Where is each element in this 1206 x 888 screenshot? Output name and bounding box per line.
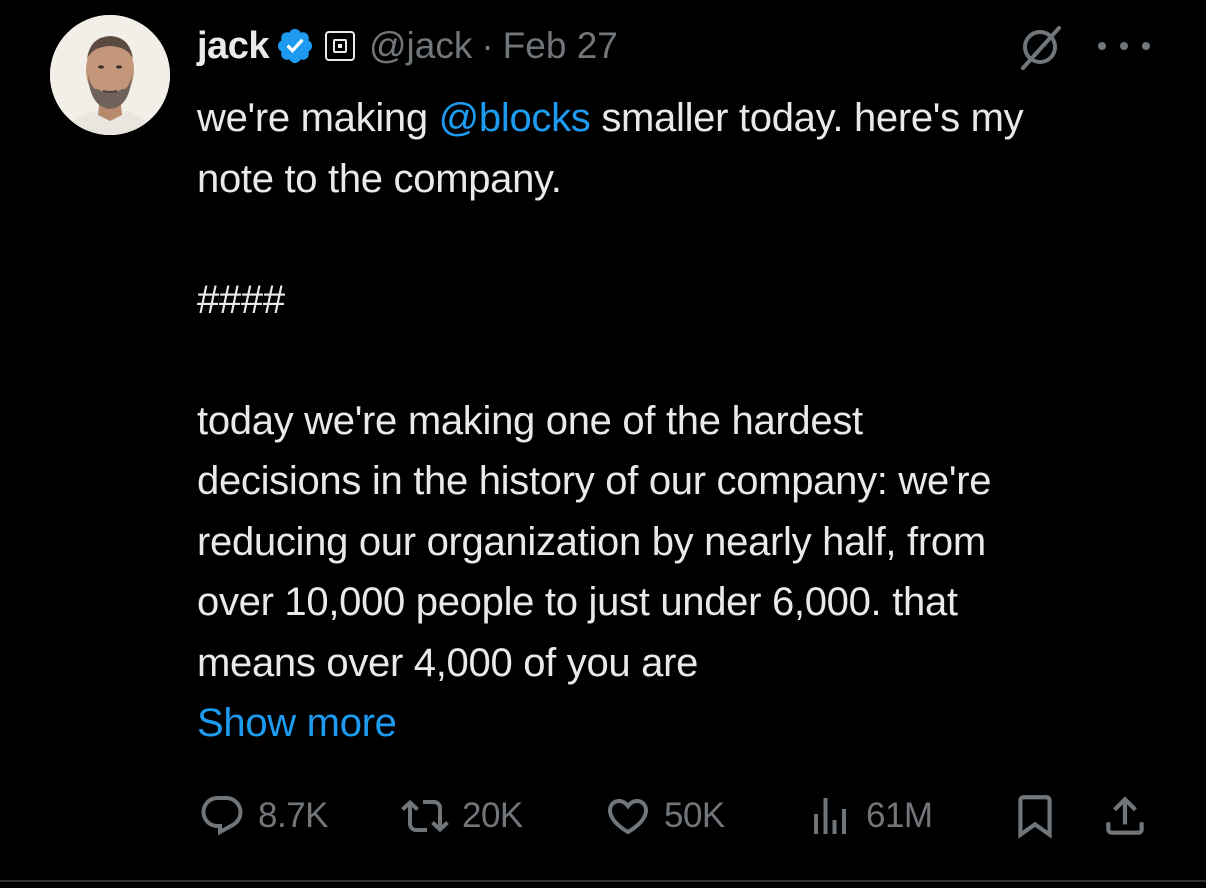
tweet-text-segment: smaller today. here's my bbox=[590, 96, 1024, 140]
author-name[interactable]: jack bbox=[197, 25, 269, 68]
more-icon[interactable] bbox=[1098, 28, 1150, 64]
grok-icon[interactable] bbox=[1015, 22, 1065, 72]
reply-icon bbox=[201, 796, 243, 836]
verified-badge-icon[interactable] bbox=[275, 26, 315, 66]
tweet-text-segment: we're making bbox=[197, 96, 439, 140]
tweet-line: #### bbox=[197, 277, 285, 322]
views-icon bbox=[814, 798, 846, 834]
reply-count: 8.7K bbox=[258, 796, 329, 835]
repost-count: 20K bbox=[462, 796, 523, 835]
bookmark-icon bbox=[1018, 795, 1052, 839]
separator-dot: · bbox=[481, 25, 494, 66]
tweet[interactable]: jack @jack · Feb 27 we're making @blocks… bbox=[0, 0, 1206, 888]
tweet-line: note to the company. bbox=[197, 156, 562, 201]
avatar[interactable] bbox=[50, 15, 170, 135]
tweet-line: we're making @blocks smaller today. here… bbox=[197, 88, 1187, 149]
heart-icon bbox=[607, 799, 649, 835]
reply-button[interactable]: 8.7K bbox=[198, 788, 329, 844]
divider bbox=[0, 880, 1206, 882]
tweet-text: we're making @blocks smaller today. here… bbox=[197, 88, 1187, 754]
share-button[interactable] bbox=[1100, 788, 1150, 844]
tweet-line: reducing our organization by nearly half… bbox=[197, 519, 986, 564]
show-more-link[interactable]: Show more bbox=[197, 693, 1187, 754]
views-button[interactable]: 61M bbox=[806, 788, 933, 844]
bookmark-button[interactable] bbox=[1010, 788, 1060, 844]
tweet-header: jack @jack · Feb 27 bbox=[197, 18, 618, 74]
repost-icon bbox=[401, 799, 449, 833]
author-handle[interactable]: @jack bbox=[369, 25, 472, 67]
share-icon bbox=[1106, 796, 1144, 835]
square-affiliate-icon[interactable] bbox=[324, 31, 355, 61]
tweet-line: means over 4,000 of you are bbox=[197, 640, 699, 685]
action-bar: 8.7K 20K 50K 61M bbox=[0, 788, 1206, 844]
tweet-line: over 10,000 people to just under 6,000. … bbox=[197, 580, 958, 624]
tweet-line: today we're making one of the hardest bbox=[197, 398, 863, 443]
mention-link[interactable]: @blocks bbox=[439, 96, 591, 140]
tweet-date[interactable]: Feb 27 bbox=[503, 25, 618, 67]
like-button[interactable]: 50K bbox=[604, 788, 725, 844]
tweet-line: decisions in the history of our company:… bbox=[197, 459, 992, 503]
repost-button[interactable]: 20K bbox=[400, 788, 523, 844]
like-count: 50K bbox=[664, 796, 725, 835]
views-count: 61M bbox=[866, 796, 933, 835]
